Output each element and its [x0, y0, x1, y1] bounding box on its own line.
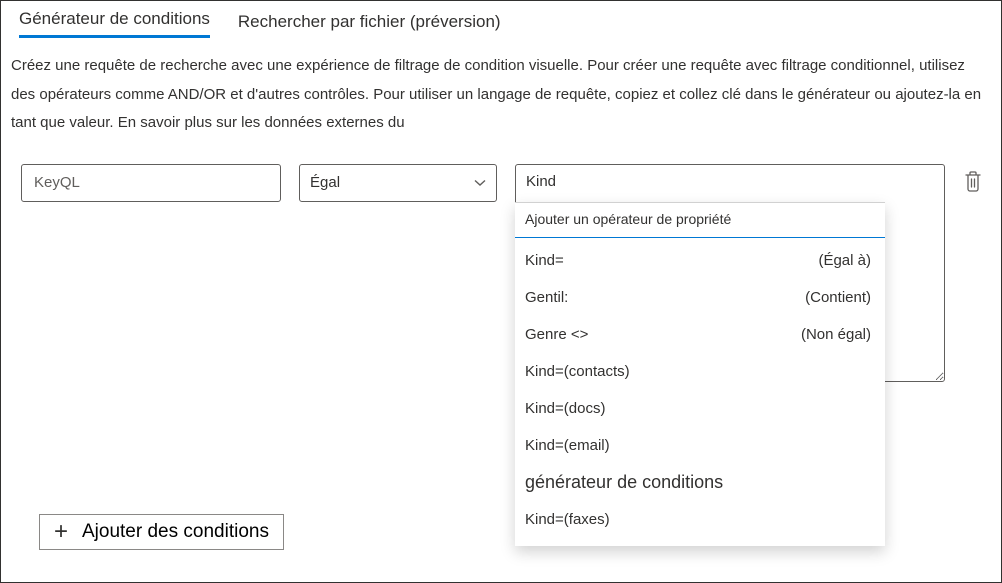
- add-conditions-button[interactable]: + Ajouter des conditions: [39, 514, 284, 550]
- dropdown-item-label: Kind=(faxes): [525, 511, 610, 528]
- dropdown-list: Kind= (Égal à) Gentil: (Contient) Genre …: [515, 238, 885, 546]
- dropdown-item-hint: (Non égal): [801, 326, 871, 343]
- condition-row: Égal Kind Ajouter un opérateur de propri…: [1, 138, 1001, 385]
- value-wrapper: Kind Ajouter un opérateur de propriété K…: [515, 164, 945, 385]
- dropdown-item-label: Genre <>: [525, 326, 588, 343]
- add-conditions-label: Ajouter des conditions: [82, 521, 269, 543]
- trash-icon[interactable]: [963, 170, 983, 192]
- dropdown-item-label: Kind=(contacts): [525, 363, 630, 380]
- dropdown-item[interactable]: Kind= (Égal à): [515, 242, 885, 279]
- operator-select[interactable]: Égal: [299, 164, 497, 202]
- dropdown-item-hint: (Contient): [805, 289, 871, 306]
- chevron-down-icon: [474, 177, 486, 189]
- dropdown-item-hint: (Égal à): [818, 252, 871, 269]
- dropdown-item-label: Kind=: [525, 252, 564, 269]
- dropdown-item-label: Kind=(docs): [525, 400, 605, 417]
- operator-label: Égal: [310, 174, 340, 191]
- dropdown-header: Ajouter un opérateur de propriété: [515, 203, 885, 238]
- tab-condition-builder[interactable]: Générateur de conditions: [19, 9, 210, 38]
- description-text: Créez une requête de recherche avec une …: [1, 38, 1001, 138]
- dropdown-item[interactable]: Gentil: (Contient): [515, 279, 885, 316]
- field-input[interactable]: [21, 164, 281, 202]
- property-operator-dropdown: Ajouter un opérateur de propriété Kind= …: [515, 202, 885, 546]
- dropdown-item-label: Gentil:: [525, 289, 568, 306]
- dropdown-item-label: Kind=(email): [525, 437, 610, 454]
- dropdown-item[interactable]: Genre <> (Non égal): [515, 316, 885, 353]
- dropdown-item[interactable]: Kind=(email): [515, 427, 885, 464]
- dropdown-item[interactable]: Kind=(contacts): [515, 353, 885, 390]
- tabs-bar: Générateur de conditions Rechercher par …: [1, 1, 1001, 38]
- dropdown-item[interactable]: Kind=(docs): [515, 390, 885, 427]
- dropdown-item[interactable]: Kind=(faxes): [515, 501, 885, 538]
- tab-search-by-file[interactable]: Rechercher par fichier (préversion): [238, 12, 501, 38]
- plus-icon: +: [50, 521, 72, 543]
- dropdown-section-title: générateur de conditions: [515, 464, 885, 501]
